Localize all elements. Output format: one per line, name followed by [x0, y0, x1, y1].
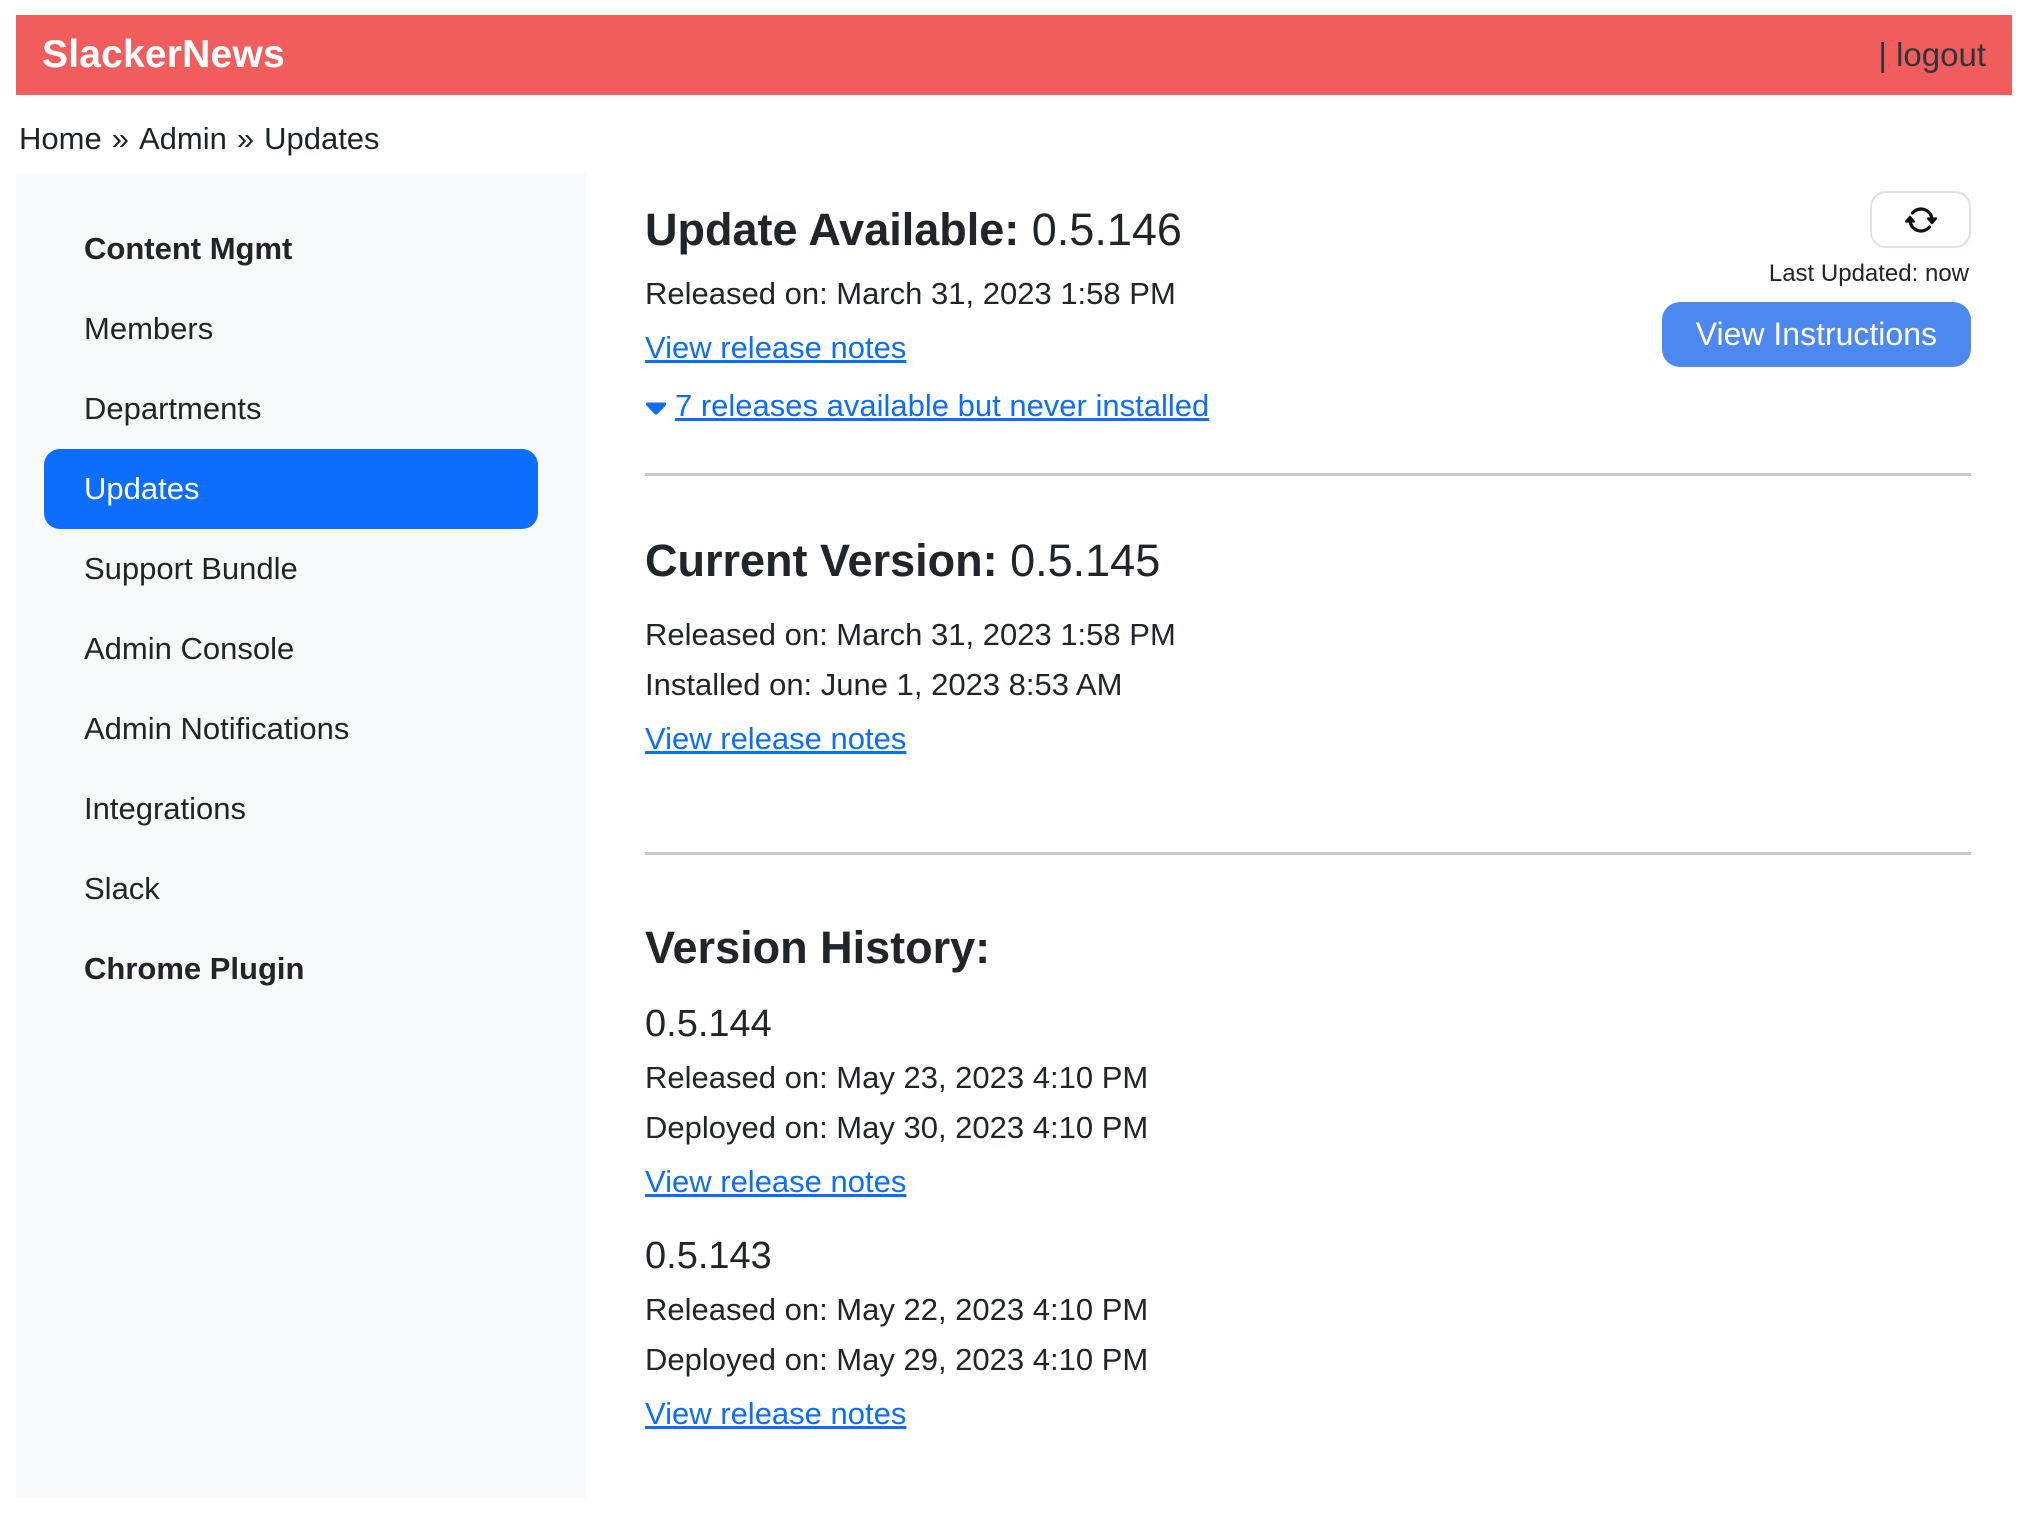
sidebar-item-departments[interactable]: Departments: [16, 369, 586, 449]
releases-collapse-link[interactable]: 7 releases available but never installed: [645, 385, 1209, 427]
section-divider: [645, 852, 1971, 855]
breadcrumb-separator: »: [112, 121, 129, 156]
update-release-notes-link[interactable]: View release notes: [645, 327, 906, 369]
version-history-title: Version History:: [645, 921, 1971, 975]
history-release-notes-link[interactable]: View release notes: [645, 1161, 906, 1203]
caret-down-icon: [645, 401, 667, 416]
update-available-label: Update Available:: [645, 204, 1019, 255]
brand-logo[interactable]: SlackerNews: [42, 33, 285, 77]
refresh-icon: [1905, 204, 1937, 236]
main-content: Update Available: 0.5.146 Released on: M…: [586, 173, 2012, 1498]
current-released-on: Released on: March 31, 2023 1:58 PM: [645, 614, 1971, 656]
history-deployed-on: Deployed on: May 29, 2023 4:10 PM: [645, 1339, 1971, 1381]
section-divider: [645, 473, 1971, 476]
releases-collapse-label: 7 releases available but never installed: [675, 388, 1209, 423]
version-history-section: Version History: 0.5.144 Released on: Ma…: [645, 921, 1971, 1439]
admin-sidebar: Content Mgmt Members Departments Updates…: [16, 173, 586, 1498]
top-bar: SlackerNews | logout: [16, 15, 2012, 95]
update-available-version: 0.5.146: [1032, 204, 1182, 255]
sidebar-item-content-mgmt[interactable]: Content Mgmt: [16, 209, 586, 289]
history-deployed-on: Deployed on: May 30, 2023 4:10 PM: [645, 1107, 1971, 1149]
update-released-on: Released on: March 31, 2023 1:58 PM: [645, 273, 1209, 315]
sidebar-item-integrations[interactable]: Integrations: [16, 769, 586, 849]
version-history-entry: 0.5.144 Released on: May 23, 2023 4:10 P…: [645, 1001, 1971, 1207]
update-actions: Last Updated: now View Instructions: [1662, 191, 1971, 367]
breadcrumb-home[interactable]: Home: [19, 121, 102, 156]
update-available-info: Update Available: 0.5.146 Released on: M…: [645, 189, 1209, 427]
sidebar-item-admin-console[interactable]: Admin Console: [16, 609, 586, 689]
sidebar-item-chrome-plugin[interactable]: Chrome Plugin: [16, 929, 586, 1009]
sidebar-item-updates[interactable]: Updates: [44, 449, 538, 529]
breadcrumb-updates: Updates: [264, 121, 379, 156]
sidebar-item-members[interactable]: Members: [16, 289, 586, 369]
releases-collapse-row: 7 releases available but never installed: [645, 385, 1209, 427]
history-release-notes-link[interactable]: View release notes: [645, 1393, 906, 1435]
refresh-button[interactable]: [1870, 191, 1971, 248]
current-installed-on: Installed on: June 1, 2023 8:53 AM: [645, 664, 1971, 706]
current-release-notes-link[interactable]: View release notes: [645, 718, 906, 760]
current-version-title: Current Version: 0.5.145: [645, 534, 1971, 588]
breadcrumb-separator: »: [237, 121, 254, 156]
view-instructions-button[interactable]: View Instructions: [1662, 302, 1971, 367]
last-updated-text: Last Updated: now: [1769, 260, 1969, 288]
version-history-entry: 0.5.143 Released on: May 22, 2023 4:10 P…: [645, 1233, 1971, 1439]
current-version-section: Current Version: 0.5.145 Released on: Ma…: [645, 534, 1971, 764]
breadcrumb-admin[interactable]: Admin: [139, 121, 227, 156]
history-released-on: Released on: May 22, 2023 4:10 PM: [645, 1289, 1971, 1331]
history-released-on: Released on: May 23, 2023 4:10 PM: [645, 1057, 1971, 1099]
sidebar-item-slack[interactable]: Slack: [16, 849, 586, 929]
history-version-number: 0.5.144: [645, 1001, 1971, 1047]
sidebar-item-admin-notifications[interactable]: Admin Notifications: [16, 689, 586, 769]
update-available-section: Update Available: 0.5.146 Released on: M…: [645, 189, 1971, 427]
page-layout: Content Mgmt Members Departments Updates…: [16, 173, 2012, 1498]
logout-link[interactable]: | logout: [1878, 36, 1986, 74]
sidebar-item-support-bundle[interactable]: Support Bundle: [16, 529, 586, 609]
update-available-title: Update Available: 0.5.146: [645, 203, 1209, 257]
history-version-number: 0.5.143: [645, 1233, 1971, 1279]
current-version-number: 0.5.145: [1010, 535, 1160, 586]
current-version-label: Current Version:: [645, 535, 998, 586]
breadcrumb: Home » Admin » Updates: [19, 121, 2012, 157]
